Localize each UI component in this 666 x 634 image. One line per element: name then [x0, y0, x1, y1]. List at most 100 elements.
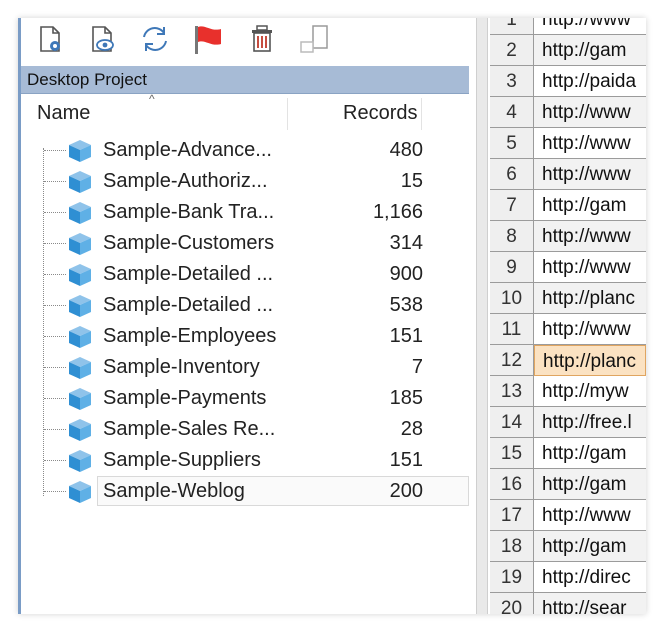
row-number: 3: [490, 66, 534, 97]
project-item-name: Sample-Authoriz...: [103, 170, 268, 192]
dataset-cube-icon: [69, 233, 91, 255]
grid-row[interactable]: 17 http://www: [490, 500, 646, 531]
url-cell[interactable]: http://gam: [534, 438, 646, 469]
url-cell[interactable]: http://gam: [534, 190, 646, 221]
grid-row[interactable]: 2 http://gam: [490, 35, 646, 66]
grid-row[interactable]: 6 http://www: [490, 159, 646, 190]
url-cell[interactable]: http://gam: [534, 531, 646, 562]
row-number: 13: [490, 376, 534, 407]
flag-icon[interactable]: [191, 24, 221, 54]
url-cell[interactable]: http://www: [534, 128, 646, 159]
project-item[interactable]: Sample-Detailed ... 538: [21, 290, 469, 321]
url-cell[interactable]: http://gam: [534, 35, 646, 66]
row-number: 6: [490, 159, 534, 190]
project-item[interactable]: Sample-Detailed ... 900: [21, 259, 469, 290]
column-header-name[interactable]: Name: [37, 98, 90, 128]
project-item-records: 900: [389, 263, 423, 285]
row-number: 2: [490, 35, 534, 66]
row-number: 4: [490, 97, 534, 128]
project-item-name: Sample-Sales Re...: [103, 418, 276, 440]
grid-row[interactable]: 20 http://sear: [490, 593, 646, 614]
url-cell[interactable]: http://myw: [534, 376, 646, 407]
grid-row[interactable]: 9 http://www: [490, 252, 646, 283]
project-item[interactable]: Sample-Sales Re... 28: [21, 414, 469, 445]
project-item-records: 314: [389, 232, 423, 254]
project-item-name: Sample-Detailed ...: [103, 294, 274, 316]
new-document-settings-icon[interactable]: [35, 24, 65, 54]
grid-row[interactable]: 7 http://gam: [490, 190, 646, 221]
url-cell[interactable]: http://sear: [534, 593, 646, 614]
project-item-records: 28: [400, 418, 423, 440]
url-cell[interactable]: http://www: [534, 18, 646, 35]
row-number: 14: [490, 407, 534, 438]
url-cell[interactable]: http://www: [534, 314, 646, 345]
row-number: 15: [490, 438, 534, 469]
project-item[interactable]: Sample-Inventory 7: [21, 352, 469, 383]
url-cell[interactable]: http://www: [534, 500, 646, 531]
grid-row[interactable]: 4 http://www: [490, 97, 646, 128]
row-number: 5: [490, 128, 534, 159]
project-item-name: Sample-Inventory: [103, 356, 260, 378]
url-cell[interactable]: http://gam: [534, 469, 646, 500]
grid-row[interactable]: 1 http://www: [490, 18, 646, 35]
grid-row[interactable]: 14 http://free.l: [490, 407, 646, 438]
grid-row[interactable]: 19 http://direc: [490, 562, 646, 593]
project-item-name: Sample-Weblog: [103, 480, 245, 502]
project-item[interactable]: Sample-Bank Tra... 1,166: [21, 197, 469, 228]
project-item[interactable]: Sample-Customers 314: [21, 228, 469, 259]
project-item-name: Sample-Payments: [103, 387, 267, 409]
grid-row[interactable]: 16 http://gam: [490, 469, 646, 500]
url-cell[interactable]: http://direc: [534, 562, 646, 593]
project-item[interactable]: Sample-Advance... 480: [21, 135, 469, 166]
sort-caret-icon: ^: [149, 92, 155, 106]
project-item-records: 151: [389, 449, 423, 471]
grid-row[interactable]: 10 http://planc: [490, 283, 646, 314]
refresh-icon[interactable]: [139, 24, 169, 54]
project-item-records: 1,166: [372, 201, 423, 223]
project-item[interactable]: Sample-Authoriz... 15: [21, 166, 469, 197]
project-item[interactable]: Sample-Suppliers 151: [21, 445, 469, 476]
project-item-records: 7: [411, 356, 423, 378]
row-number: 11: [490, 314, 534, 345]
grid-row[interactable]: 15 http://gam: [490, 438, 646, 469]
url-cell[interactable]: http://www: [534, 159, 646, 190]
panel-splitter[interactable]: [476, 18, 488, 614]
column-header-records[interactable]: Records: [343, 98, 417, 128]
grid-row[interactable]: 8 http://www: [490, 221, 646, 252]
dataset-cube-icon: [69, 450, 91, 472]
url-cell[interactable]: http://free.l: [534, 407, 646, 438]
dataset-cube-icon: [69, 419, 91, 441]
url-cell[interactable]: http://www: [534, 252, 646, 283]
dataset-cube-icon: [69, 202, 91, 224]
project-item[interactable]: Sample-Employees 151: [21, 321, 469, 352]
toolbar: [21, 18, 479, 64]
url-cell[interactable]: http://planc: [534, 283, 646, 314]
grid-row[interactable]: 11 http://www: [490, 314, 646, 345]
row-number: 12: [490, 345, 534, 376]
grid-row[interactable]: 5 http://www: [490, 128, 646, 159]
url-cell-active[interactable]: http://planc: [534, 345, 646, 376]
url-cell[interactable]: http://paida: [534, 66, 646, 97]
url-cell[interactable]: http://www: [534, 97, 646, 128]
window: Desktop Project ^ Name Records Sample-Ad…: [18, 18, 646, 614]
project-item-name: Sample-Bank Tra...: [103, 201, 275, 223]
project-item-records: 151: [389, 325, 423, 347]
url-cell[interactable]: http://www: [534, 221, 646, 252]
delete-icon[interactable]: [249, 24, 279, 54]
project-item-records: 200: [389, 480, 423, 502]
column-separator[interactable]: [421, 98, 422, 130]
view-document-icon[interactable]: [87, 24, 117, 54]
device-icon[interactable]: [297, 24, 328, 54]
project-item-selected[interactable]: Sample-Weblog 200: [21, 476, 469, 507]
project-panel: Desktop Project ^ Name Records Sample-Ad…: [18, 18, 479, 614]
project-item[interactable]: Sample-Payments 185: [21, 383, 469, 414]
grid-row-active[interactable]: 12 http://planc: [490, 345, 646, 376]
grid-row[interactable]: 18 http://gam: [490, 531, 646, 562]
dataset-cube-icon: [69, 326, 91, 348]
grid-row[interactable]: 13 http://myw: [490, 376, 646, 407]
row-number: 17: [490, 500, 534, 531]
grid-row[interactable]: 3 http://paida: [490, 66, 646, 97]
dataset-cube-icon: [69, 481, 91, 503]
column-separator[interactable]: [287, 98, 288, 130]
project-item-name: Sample-Employees: [103, 325, 277, 347]
